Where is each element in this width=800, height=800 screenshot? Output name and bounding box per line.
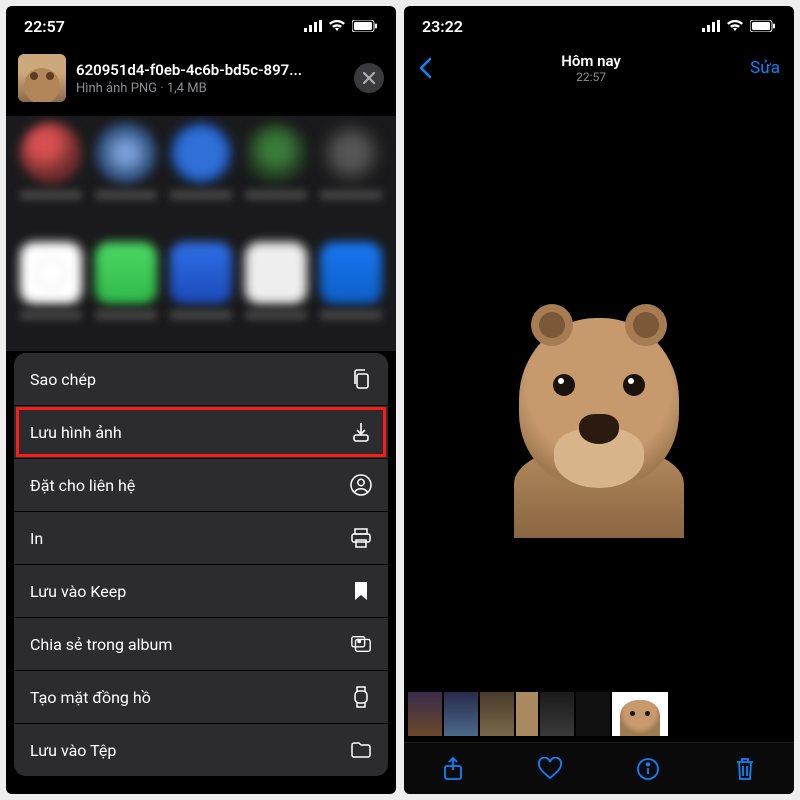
person-circle-icon (350, 474, 372, 496)
thumbnail[interactable] (408, 692, 442, 736)
share-header: 620951d4-f0eb-4c6b-bd5c-897... Hình ảnh … (6, 46, 396, 116)
contact-avatar[interactable] (20, 122, 82, 184)
contact-avatar[interactable] (95, 122, 157, 184)
watch-icon (350, 686, 372, 708)
action-label: Lưu hình ảnh (30, 423, 122, 442)
action-label: Lưu vào Keep (30, 582, 126, 601)
action-save-files[interactable]: Lưu vào Tệp (14, 724, 388, 776)
app-mail-icon[interactable] (170, 242, 232, 304)
thumbnail[interactable] (480, 692, 514, 736)
action-label: Lưu vào Tệp (30, 741, 116, 760)
action-save-keep[interactable]: Lưu vào Keep (14, 565, 388, 618)
printer-icon (350, 527, 372, 549)
download-icon (350, 421, 372, 443)
action-label: Sao chép (30, 370, 96, 389)
thumbnail-strip[interactable] (404, 686, 794, 742)
status-bar: 22:57 (6, 6, 396, 46)
action-label: Đặt cho liên hệ (30, 476, 135, 495)
wifi-icon (328, 20, 346, 32)
action-share-album[interactable]: Chia sẻ trong album (14, 618, 388, 671)
delete-button[interactable] (732, 756, 758, 782)
nav-bar: Hôm nay 22:57 Sửa (404, 46, 794, 90)
contact-avatar[interactable] (170, 122, 232, 184)
contact-avatar[interactable] (320, 122, 382, 184)
wifi-icon (726, 20, 744, 32)
action-list: Sao chép Lưu hình ảnh Đặt cho liên hệ (14, 353, 388, 776)
action-print[interactable]: In (14, 512, 388, 565)
action-save-image[interactable]: Lưu hình ảnh (14, 406, 388, 459)
close-button[interactable] (354, 63, 384, 93)
share-sheet-screen: 22:57 620951d4-f0eb-4c6b-bd5c-897... Hìn… (6, 6, 396, 794)
action-assign-contact[interactable]: Đặt cho liên hệ (14, 459, 388, 512)
action-copy[interactable]: Sao chép (14, 353, 388, 406)
edit-button[interactable]: Sửa (750, 58, 780, 78)
file-thumbnail (18, 54, 66, 102)
file-meta: Hình ảnh PNG · 1,4 MB (76, 81, 344, 96)
bookmark-icon (350, 580, 372, 602)
app-facebook-icon[interactable] (320, 242, 382, 304)
back-button[interactable] (418, 57, 432, 79)
signal-icon (702, 20, 720, 32)
action-label: Chia sẻ trong album (30, 635, 172, 654)
photo-content (494, 298, 704, 538)
copy-icon (350, 368, 372, 390)
app-airdrop-icon[interactable] (20, 242, 82, 304)
folder-icon (350, 739, 372, 761)
photo-viewer[interactable] (404, 90, 794, 686)
action-label: Tạo mặt đồng hồ (30, 688, 151, 707)
status-time: 23:22 (422, 17, 463, 36)
signal-icon (304, 20, 322, 32)
action-create-watchface[interactable]: Tạo mặt đồng hồ (14, 671, 388, 724)
nav-title: Hôm nay (561, 52, 621, 70)
thumbnail[interactable] (576, 692, 610, 736)
shared-album-icon (350, 633, 372, 655)
file-name: 620951d4-f0eb-4c6b-bd5c-897... (76, 61, 344, 79)
status-bar: 23:22 (404, 6, 794, 46)
contact-avatar[interactable] (245, 122, 307, 184)
app-icon[interactable] (245, 242, 307, 304)
action-label: In (30, 529, 43, 548)
favorite-button[interactable] (537, 756, 563, 782)
share-button[interactable] (440, 756, 466, 782)
share-targets-blurred (6, 116, 396, 351)
photos-viewer-screen: 23:22 Hôm nay 22:57 Sửa (404, 6, 794, 794)
status-time: 22:57 (24, 17, 65, 36)
thumbnail-selected[interactable] (612, 692, 668, 736)
battery-icon (750, 20, 776, 32)
thumbnail[interactable] (516, 692, 538, 736)
battery-icon (352, 20, 378, 32)
thumbnail[interactable] (540, 692, 574, 736)
nav-subtitle: 22:57 (561, 70, 621, 84)
info-button[interactable] (635, 756, 661, 782)
thumbnail[interactable] (444, 692, 478, 736)
bottom-toolbar (404, 742, 794, 794)
app-messages-icon[interactable] (95, 242, 157, 304)
